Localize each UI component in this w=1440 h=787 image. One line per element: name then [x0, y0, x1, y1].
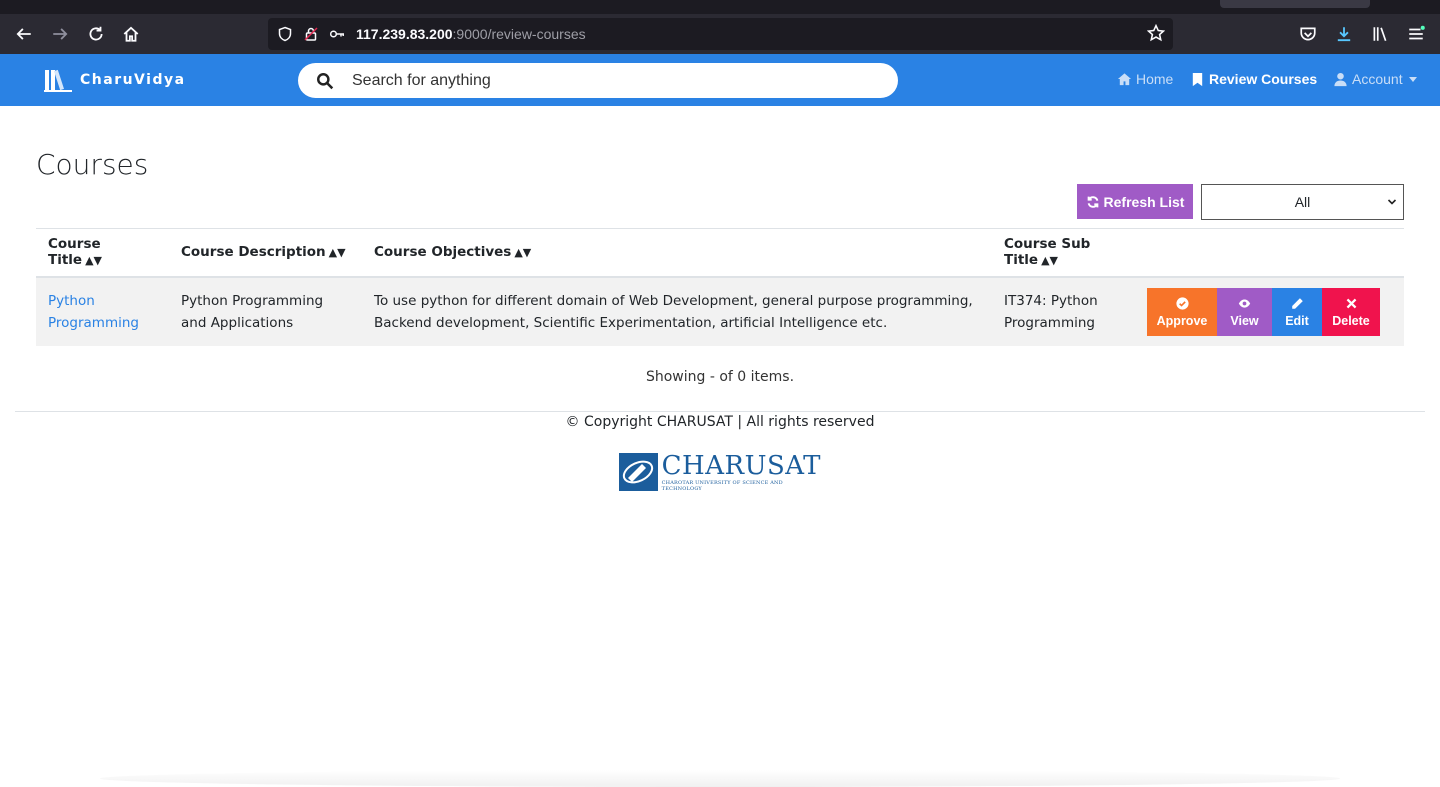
header-course-objectives[interactable]: Course Objectives ▲▼	[362, 228, 992, 278]
search-input[interactable]	[352, 71, 852, 90]
browser-toolbar: 117.239.83.200:9000/review-courses	[0, 14, 1440, 54]
header-course-title[interactable]: Course Title ▲▼	[36, 228, 169, 278]
charusat-logo-subtitle: CHAROTAR UNIVERSITY OF SCIENCE AND TECHN…	[661, 480, 783, 492]
shield-icon[interactable]	[276, 25, 294, 43]
url-path: :9000/review-courses	[452, 26, 586, 42]
user-icon	[1334, 72, 1347, 86]
cell-course-title: Python Programming	[36, 276, 169, 346]
refresh-icon	[1087, 195, 1098, 208]
course-title-link[interactable]: Python Programming	[48, 293, 139, 331]
url-bar[interactable]: 117.239.83.200:9000/review-courses	[268, 18, 1173, 50]
search-bar[interactable]	[298, 63, 898, 98]
header-actions	[1147, 228, 1404, 278]
view-button[interactable]: View	[1217, 288, 1272, 336]
reload-icon[interactable]	[84, 22, 108, 46]
approve-button[interactable]: Approve	[1147, 288, 1217, 336]
eye-icon	[1238, 298, 1251, 308]
status-filter-select[interactable]: All	[1201, 184, 1404, 220]
sort-icon[interactable]: ▲▼	[514, 246, 531, 259]
library-icon[interactable]	[1368, 22, 1392, 46]
books-logo-icon	[44, 69, 72, 92]
delete-button[interactable]: Delete	[1322, 288, 1380, 336]
browser-titlebar	[0, 0, 1440, 14]
download-icon[interactable]	[1332, 22, 1356, 46]
back-icon[interactable]	[12, 22, 36, 46]
refresh-list-button[interactable]: Refresh List	[1077, 184, 1193, 219]
status-filter-value: All	[1294, 194, 1311, 210]
footer-divider	[15, 411, 1425, 412]
table-header-row: Course Title ▲▼ Course Description ▲▼ Cour…	[36, 228, 1404, 278]
cell-course-sub-title: IT374: Python Programming	[992, 276, 1147, 346]
home-icon[interactable]	[119, 22, 143, 46]
charusat-logo-name: CHARUSAT	[661, 451, 821, 481]
page-title: Courses	[36, 148, 149, 181]
star-icon[interactable]	[1146, 23, 1167, 44]
cell-course-objectives: To use python for different domain of We…	[362, 276, 992, 346]
edit-label: Edit	[1285, 313, 1309, 328]
header-course-description[interactable]: Course Description ▲▼	[169, 228, 362, 278]
view-label: View	[1230, 313, 1259, 328]
url-text[interactable]: 117.239.83.200:9000/review-courses	[356, 26, 586, 42]
check-circle-icon	[1175, 296, 1189, 310]
header-label: Course Objectives	[374, 244, 512, 261]
approve-label: Approve	[1156, 313, 1208, 328]
menu-icon[interactable]	[1404, 22, 1428, 46]
nav-review-label: Review Courses	[1209, 71, 1318, 87]
forward-icon[interactable]	[48, 22, 72, 46]
sort-icon[interactable]: ▲▼	[85, 254, 102, 267]
url-host: 117.239.83.200	[356, 26, 453, 42]
header-course-sub-title[interactable]: Course Sub Title ▲▼	[992, 228, 1147, 278]
app-navbar: CharuVidya Home Review Courses Account	[0, 54, 1440, 106]
refresh-list-label: Refresh List	[1103, 193, 1185, 210]
nav-account-label: Account	[1352, 71, 1403, 87]
brand-name: CharuVidya	[80, 72, 186, 88]
pocket-icon[interactable]	[1296, 22, 1320, 46]
row-actions: Approve View Edit Delete	[1147, 288, 1392, 336]
cell-course-description: Python Programming and Applications	[169, 276, 362, 346]
sort-icon[interactable]: ▲▼	[329, 246, 346, 259]
footer-copyright: © Copyright CHARUSAT | All rights reserv…	[565, 414, 875, 430]
search-icon	[317, 72, 334, 89]
cell-actions: Approve View Edit Delete	[1147, 276, 1404, 346]
browser-tab[interactable]	[1220, 0, 1370, 8]
pencil-icon	[1291, 297, 1303, 309]
courses-table: Course Title ▲▼ Course Description ▲▼ Cour…	[36, 228, 1404, 346]
nav-home-label: Home	[1136, 71, 1174, 87]
charusat-logo: CHARUSAT CHAROTAR UNIVERSITY OF SCIENCE …	[619, 452, 821, 492]
nav-home[interactable]: Home	[1117, 71, 1173, 87]
delete-label: Delete	[1332, 313, 1370, 328]
edit-button[interactable]: Edit	[1272, 288, 1322, 336]
sort-icon[interactable]: ▲▼	[1041, 254, 1058, 267]
nav-account-dropdown[interactable]: Account	[1333, 71, 1417, 87]
key-icon[interactable]	[328, 25, 346, 43]
caret-down-icon	[1408, 76, 1417, 82]
lock-icon[interactable]	[302, 25, 320, 43]
close-icon	[1346, 298, 1356, 308]
header-label: Course Description	[181, 244, 326, 261]
bookmark-icon	[1192, 72, 1203, 86]
chevron-down-icon	[1387, 199, 1397, 205]
home-icon	[1117, 72, 1132, 85]
table-row: Python Programming Python Programming an…	[36, 276, 1404, 346]
charusat-emblem-icon	[619, 453, 658, 491]
nav-review-courses[interactable]: Review Courses	[1190, 71, 1317, 87]
brand[interactable]: CharuVidya	[44, 66, 186, 94]
pagination-summary: Showing - of 0 items.	[645, 369, 795, 385]
page-bottom-shadow	[100, 770, 1340, 787]
